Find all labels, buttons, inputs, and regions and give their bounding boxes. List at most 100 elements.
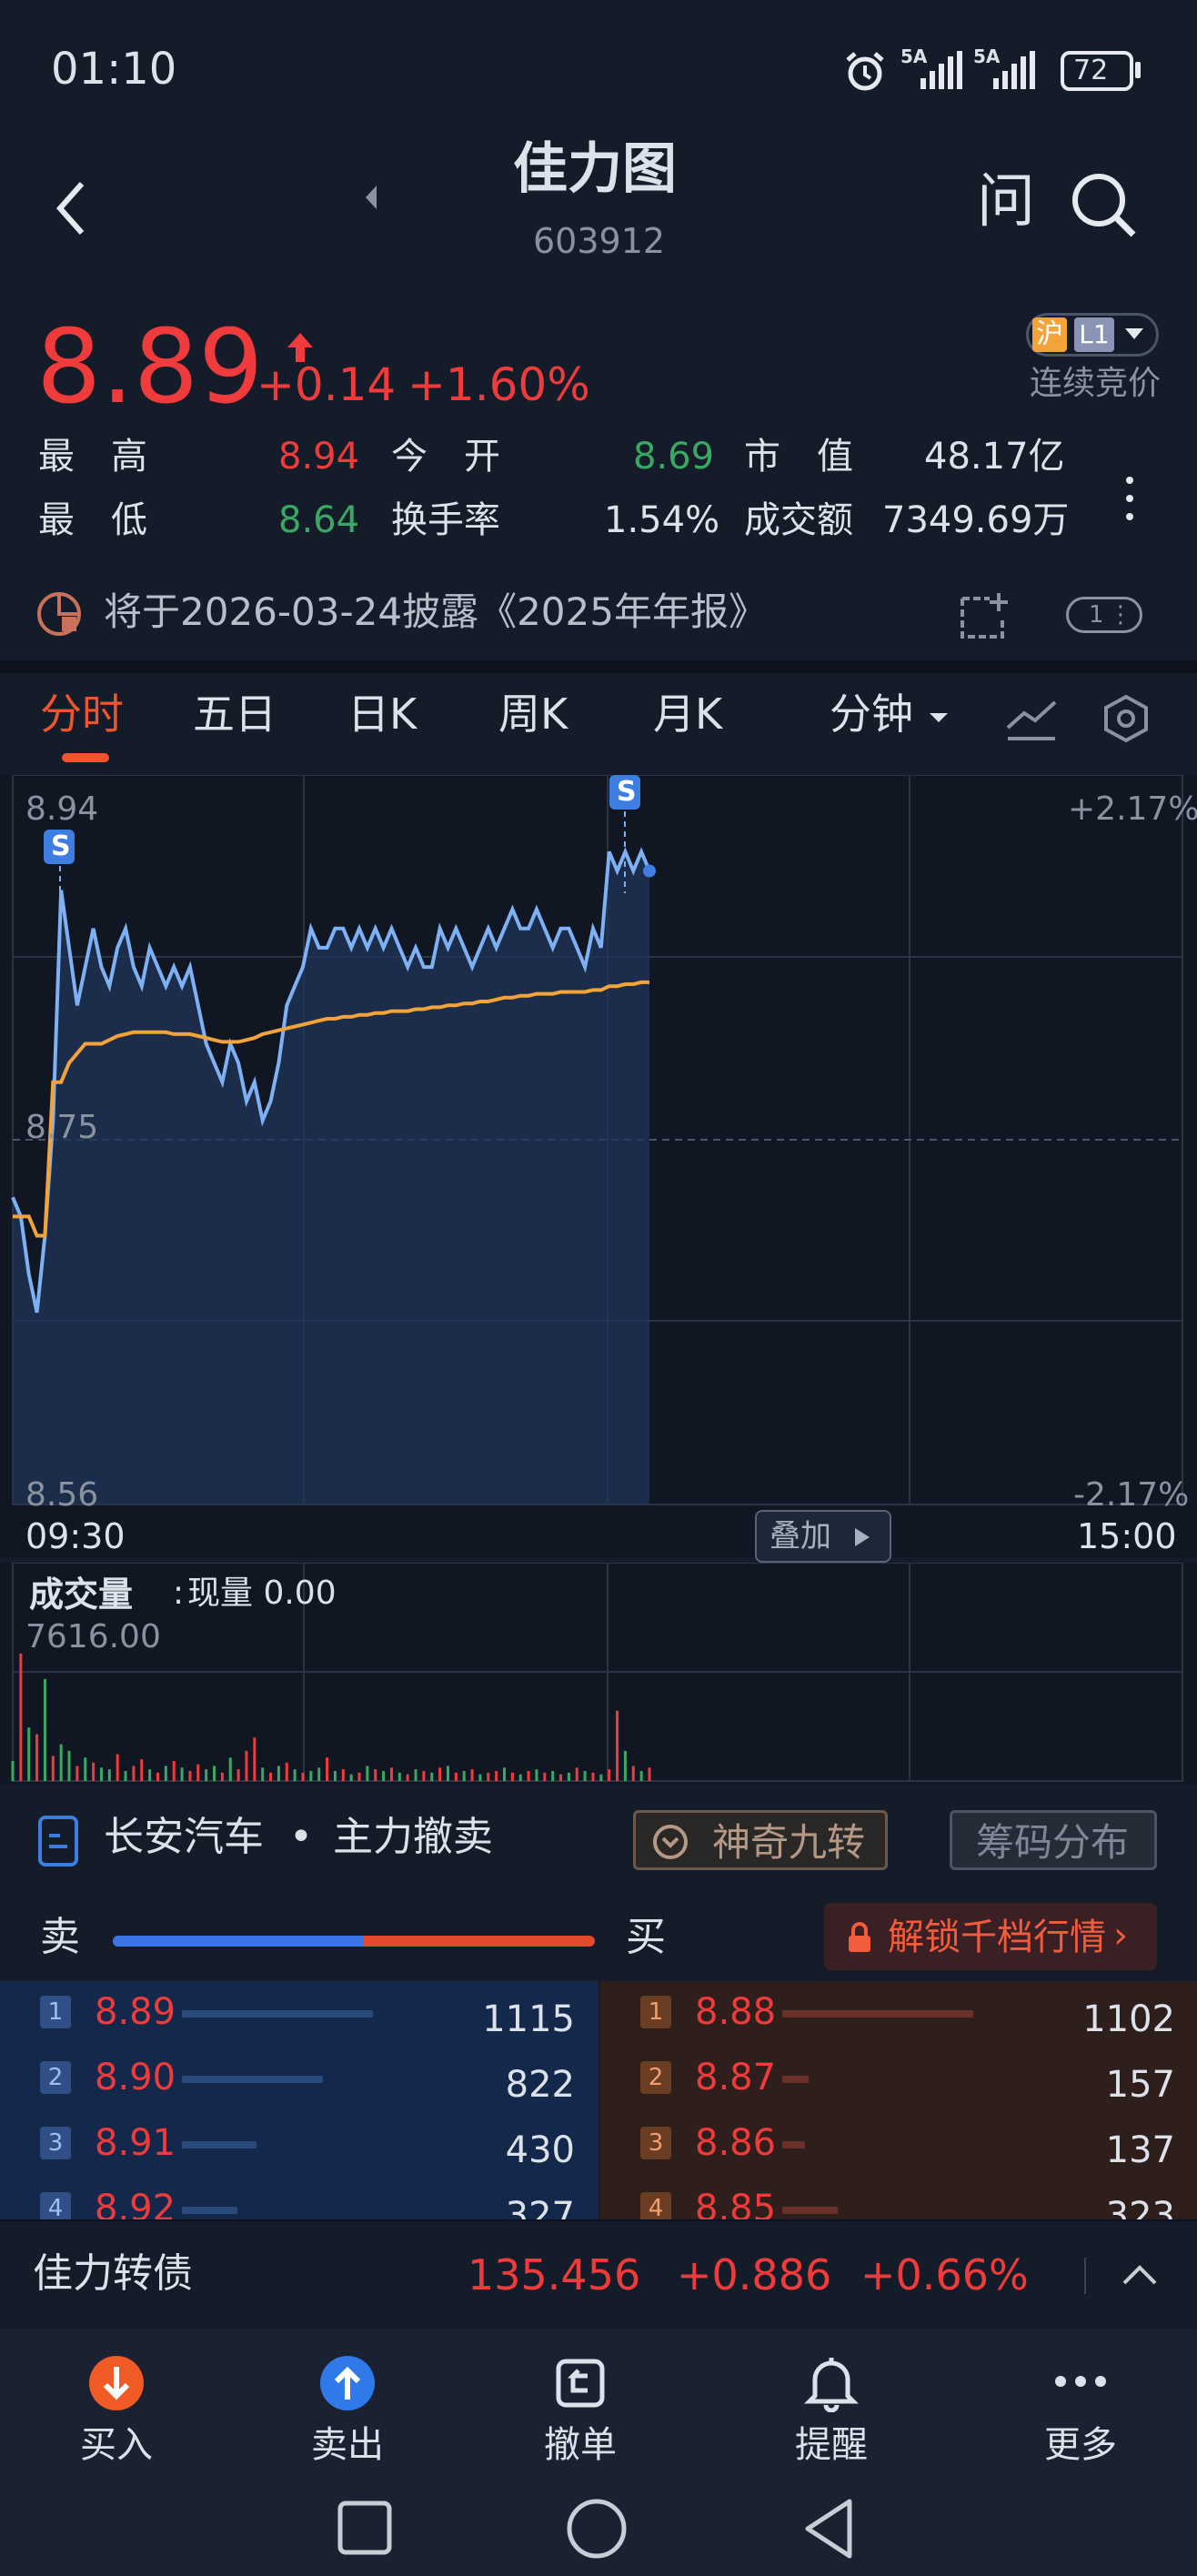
chart-tabs: 分时 五日 日K 周K 月K 分钟 bbox=[0, 673, 1197, 773]
x-end-label: 15:00 bbox=[1077, 1516, 1177, 1556]
alert-stock[interactable]: 长安汽车 bbox=[104, 1817, 264, 1857]
nav-sell-label: 卖出 bbox=[311, 2424, 384, 2466]
ask-button[interactable]: 问 bbox=[977, 173, 1035, 231]
nav-more[interactable]: 更多 bbox=[1019, 2354, 1142, 2463]
buy-volume: 137 bbox=[1105, 2129, 1175, 2171]
nav-sell[interactable]: 卖出 bbox=[286, 2354, 409, 2463]
chevron-up-icon[interactable] bbox=[1121, 2263, 1159, 2287]
low-value: 8.64 bbox=[278, 499, 360, 541]
alert-bar: 长安汽车 • 主力撤卖 神奇九转 筹码分布 bbox=[0, 1788, 1197, 1888]
tab-monthly[interactable]: 月K bbox=[653, 693, 722, 735]
amount-label: 成交额 bbox=[744, 499, 853, 541]
tab-5day[interactable]: 五日 bbox=[193, 693, 277, 735]
y-min-label: 8.56 bbox=[25, 1476, 99, 1514]
bond-change: +0.886 bbox=[677, 2250, 832, 2299]
recent-apps-icon[interactable] bbox=[337, 2500, 393, 2556]
sell-marker-2[interactable]: S bbox=[609, 775, 640, 810]
settings-icon[interactable] bbox=[1101, 693, 1152, 744]
sell-marker-1[interactable]: S bbox=[44, 830, 75, 864]
notice-count[interactable]: 1 ⋮ bbox=[1066, 597, 1142, 633]
sell-volume: 327 bbox=[505, 2195, 575, 2219]
tab-intraday[interactable]: 分时 bbox=[36, 691, 136, 764]
sell-volume-bar bbox=[182, 2207, 237, 2214]
sell-row-2[interactable]: 2 8.90 822 bbox=[0, 2050, 597, 2108]
tab-daily[interactable]: 日K bbox=[347, 693, 417, 735]
buy-level: 2 bbox=[640, 2061, 671, 2094]
lock-icon bbox=[849, 1922, 870, 1952]
buy-price: 8.87 bbox=[695, 2057, 777, 2098]
header: 佳力图 603912 问 bbox=[0, 136, 1197, 282]
nav-buy[interactable]: 买入 bbox=[55, 2354, 178, 2463]
buy-volume-bar bbox=[782, 2141, 805, 2148]
buy-price: 8.85 bbox=[695, 2188, 777, 2219]
alarm-icon bbox=[846, 52, 884, 91]
high-value: 8.94 bbox=[278, 436, 360, 478]
notice-bar[interactable]: 将于2026-03-24披露《2025年年报》 1 ⋮ bbox=[0, 571, 1197, 659]
document-icon bbox=[38, 1816, 78, 1867]
sell-label: 卖 bbox=[40, 1914, 80, 1960]
back-nav-icon[interactable] bbox=[802, 2498, 855, 2560]
notice-count-dots: ⋮ bbox=[1109, 601, 1132, 629]
nav-more-label: 更多 bbox=[1044, 2424, 1117, 2466]
sell-row-1[interactable]: 1 8.89 1115 bbox=[0, 1985, 597, 2043]
overlay-label: 叠加 bbox=[770, 1518, 831, 1555]
search-icon[interactable] bbox=[1070, 171, 1139, 240]
volume-chart[interactable]: 成交量 现量 0.00 : 7616.00 bbox=[0, 1563, 1197, 1785]
more-vertical-icon[interactable] bbox=[1122, 473, 1137, 524]
sell-price: 8.91 bbox=[95, 2122, 176, 2164]
chip-distribution-button[interactable]: 筹码分布 bbox=[950, 1810, 1157, 1870]
volume-sep: : bbox=[173, 1575, 185, 1612]
more-icon bbox=[1055, 2376, 1106, 2387]
price-chart[interactable]: 8.94 8.75 8.56 +2.17% -2.17% S S 09:30 1… bbox=[0, 775, 1197, 1563]
bid-ask-ratio-bar bbox=[113, 1936, 595, 1947]
home-icon[interactable] bbox=[566, 2498, 628, 2560]
buy-level: 1 bbox=[640, 1996, 671, 2028]
buy-price: 8.86 bbox=[695, 2122, 777, 2164]
volume-now: 现量 0.00 bbox=[187, 1575, 337, 1612]
status-bar: 01:10 5A 5A 72 bbox=[0, 0, 1197, 136]
sell-level: 4 bbox=[40, 2192, 71, 2219]
buy-volume: 323 bbox=[1105, 2195, 1175, 2219]
buy-icon bbox=[89, 2356, 144, 2410]
nav-cancel[interactable]: 撤单 bbox=[518, 2354, 642, 2463]
y-max-label: 8.94 bbox=[25, 790, 99, 828]
bond-pct: +0.66% bbox=[860, 2250, 1029, 2299]
alert-dot: • bbox=[289, 1814, 313, 1860]
price-chart-canvas bbox=[11, 775, 1183, 1505]
open-label: 今 开 bbox=[391, 436, 500, 478]
notice-count-value: 1 bbox=[1089, 601, 1104, 629]
nav-alert[interactable]: 提醒 bbox=[770, 2354, 893, 2463]
overlay-button[interactable]: 叠加 bbox=[755, 1510, 891, 1563]
y-mid-label: 8.75 bbox=[25, 1109, 99, 1146]
bond-name: 佳力转债 bbox=[33, 2250, 193, 2297]
sell-row-3[interactable]: 3 8.91 430 bbox=[0, 2116, 597, 2174]
back-icon[interactable] bbox=[51, 176, 91, 240]
buy-row-1[interactable]: 1 8.88 1102 bbox=[600, 1985, 1197, 2043]
prev-stock-icon[interactable] bbox=[362, 182, 380, 213]
signal-1: 5A bbox=[900, 47, 964, 93]
amount-value: 7349.69万 bbox=[882, 499, 1070, 541]
add-calendar-icon[interactable] bbox=[959, 589, 1011, 640]
nine-turn-button[interactable]: 神奇九转 bbox=[633, 1810, 888, 1870]
sell-row-4[interactable]: 4 8.92 327 bbox=[0, 2181, 597, 2219]
buy-volume: 1102 bbox=[1082, 1998, 1175, 2040]
bell-icon bbox=[804, 2358, 859, 2412]
unlock-depth-button[interactable]: 解锁千档行情 › bbox=[824, 1903, 1157, 1970]
indicator-icon[interactable] bbox=[1004, 695, 1059, 742]
tab-intraday-label: 分时 bbox=[40, 689, 124, 739]
bond-bar[interactable]: 佳力转债 135.456 +0.886 +0.66% bbox=[0, 2219, 1197, 2327]
tab-weekly[interactable]: 周K bbox=[498, 693, 568, 735]
buy-row-3[interactable]: 3 8.86 137 bbox=[600, 2116, 1197, 2174]
caret-down-icon bbox=[930, 713, 948, 722]
buy-row-4[interactable]: 4 8.85 323 bbox=[600, 2181, 1197, 2219]
status-time: 01:10 bbox=[51, 44, 177, 95]
signal-2: 5A bbox=[973, 47, 1046, 93]
order-book: 卖 买 解锁千档行情 › 1 8.89 1115 2 8.90 822 3 8.91 430 4 8… bbox=[0, 1896, 1197, 2219]
cancel-order-icon bbox=[556, 2359, 605, 2408]
sell-level: 2 bbox=[40, 2061, 71, 2094]
alert-text[interactable]: 主力撤卖 bbox=[333, 1817, 493, 1857]
exchange-badges[interactable]: 沪 L1 bbox=[1026, 313, 1159, 357]
buy-label: 买 bbox=[626, 1914, 666, 1960]
tab-minute[interactable]: 分钟 bbox=[826, 691, 953, 746]
buy-row-2[interactable]: 2 8.87 157 bbox=[600, 2050, 1197, 2108]
